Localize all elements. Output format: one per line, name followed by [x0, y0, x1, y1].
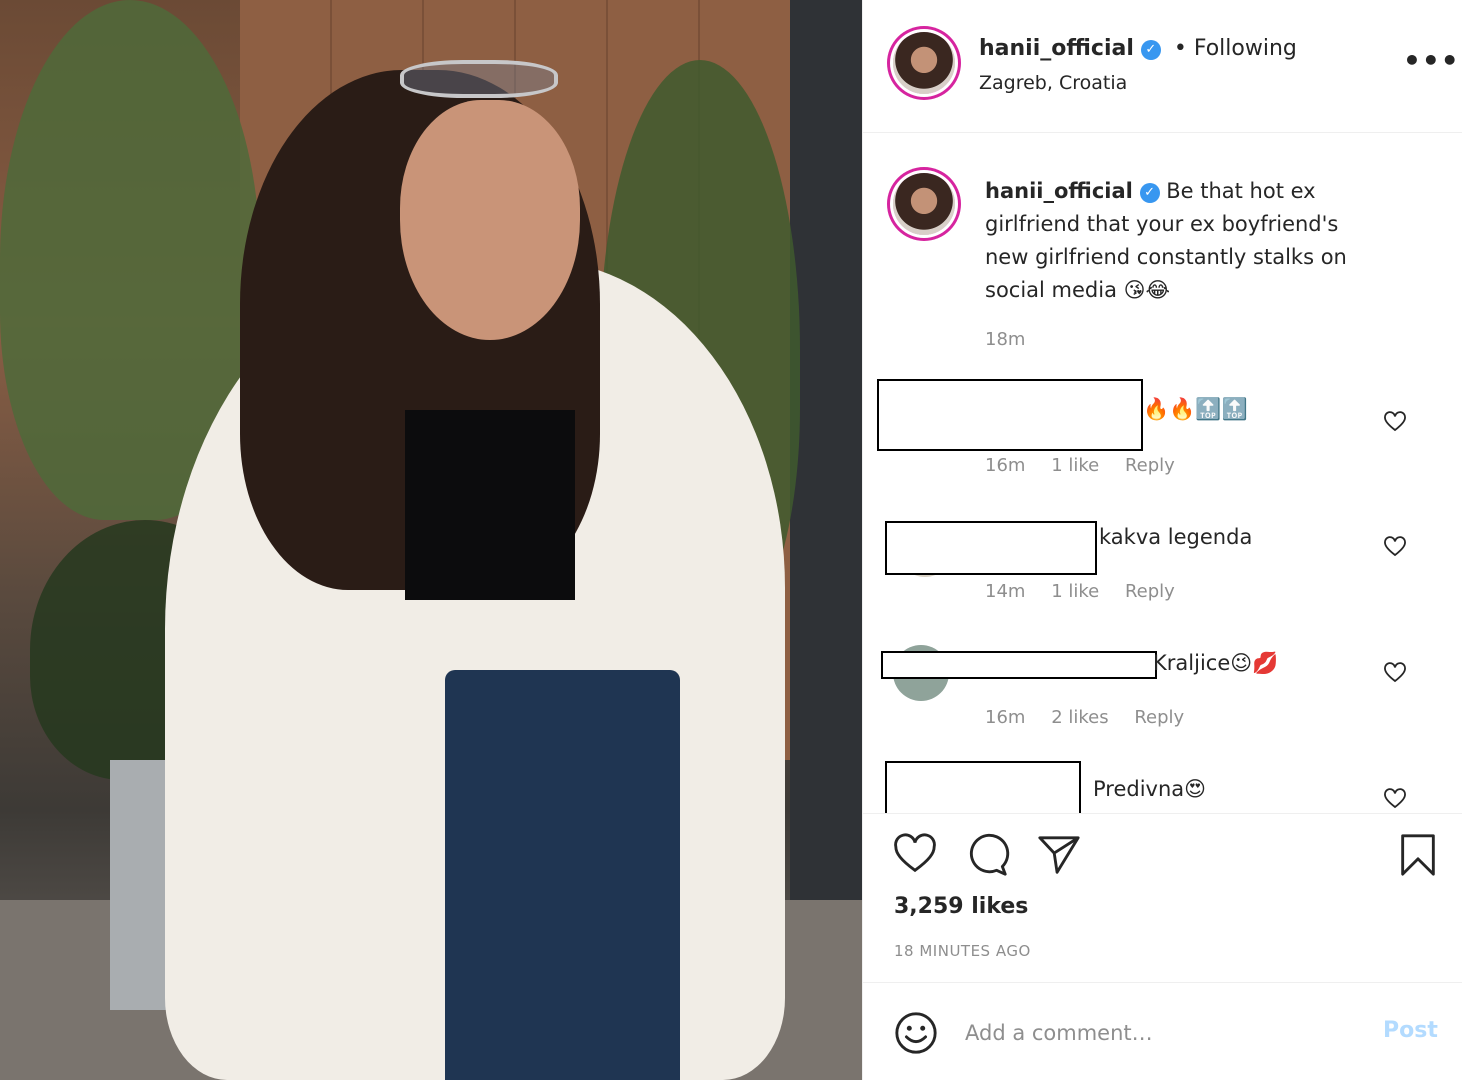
following-button[interactable]: • Following [1174, 36, 1297, 61]
caption-time[interactable]: 18m [985, 329, 1025, 350]
photo-sunglasses [400, 60, 558, 98]
comment-time[interactable]: 16m [985, 455, 1025, 476]
caption-avatar[interactable] [893, 173, 955, 235]
comment-time[interactable]: 14m [985, 581, 1025, 602]
emoji-smiley-icon[interactable] [893, 1010, 939, 1056]
comment-text: kakva legenda [1099, 525, 1253, 549]
header-username[interactable]: hanii_official [979, 36, 1134, 61]
header-avatar[interactable] [893, 32, 955, 94]
redacted-username [877, 379, 1143, 451]
heart-icon[interactable] [1383, 661, 1407, 685]
post-comment-button[interactable]: Post [1383, 1018, 1438, 1043]
redacted-username [885, 521, 1097, 575]
comment-likes[interactable]: 1 like [1051, 455, 1099, 476]
post-header: hanii_official ✓ • Following Zagreb, Cro… [863, 0, 1462, 133]
heart-icon[interactable] [1383, 787, 1407, 811]
redacted-username [885, 761, 1081, 813]
comment-likes[interactable]: 1 like [1051, 581, 1099, 602]
comment-bubble-icon[interactable] [964, 832, 1010, 878]
comment-input[interactable] [963, 1012, 1367, 1054]
more-options-icon[interactable]: ••• [1403, 44, 1460, 77]
comment-meta: 16m 2 likes Reply [985, 707, 1204, 728]
like-heart-icon[interactable] [892, 832, 938, 878]
redacted-username [881, 651, 1157, 679]
post-actions: 3,259 likes 18 MINUTES AGO [863, 813, 1462, 983]
caption-username[interactable]: hanii_official [985, 179, 1133, 203]
post-panel: hanii_official ✓ • Following Zagreb, Cro… [862, 0, 1462, 1080]
comment-time[interactable]: 16m [985, 707, 1025, 728]
comment-likes[interactable]: 2 likes [1051, 707, 1108, 728]
add-comment-row: Post [863, 982, 1462, 1080]
heart-icon[interactable] [1383, 535, 1407, 559]
heart-icon[interactable] [1383, 410, 1407, 434]
caption: hanii_official ✓ Be that hot ex girlfrie… [985, 175, 1385, 307]
header-user-line: hanii_official ✓ • Following [979, 36, 1297, 61]
reply-button[interactable]: Reply [1134, 707, 1184, 728]
post-photo[interactable] [0, 0, 862, 1080]
share-send-icon[interactable] [1036, 832, 1082, 878]
comment-text: Predivna😍 [1093, 777, 1207, 801]
location-link[interactable]: Zagreb, Croatia [979, 72, 1127, 94]
comment-text: Kraljice😉💋 [1153, 651, 1279, 675]
bookmark-icon[interactable] [1395, 832, 1441, 878]
photo-jeans [445, 670, 680, 1080]
comment-text: 🔥🔥🔝🔝 [1143, 397, 1248, 421]
likes-count[interactable]: 3,259 likes [894, 894, 1028, 919]
verified-badge-icon: ✓ [1139, 183, 1160, 203]
reply-button[interactable]: Reply [1125, 455, 1175, 476]
photo-top [405, 410, 575, 600]
comments-list[interactable]: hanii_official ✓ Be that hot ex girlfrie… [863, 133, 1462, 813]
verified-badge-icon: ✓ [1140, 40, 1161, 60]
reply-button[interactable]: Reply [1125, 581, 1175, 602]
comment-meta: 14m 1 like Reply [985, 581, 1195, 602]
post-time-ago[interactable]: 18 MINUTES AGO [894, 942, 1031, 960]
photo-face [400, 100, 580, 340]
comment-meta: 16m 1 like Reply [985, 455, 1195, 476]
